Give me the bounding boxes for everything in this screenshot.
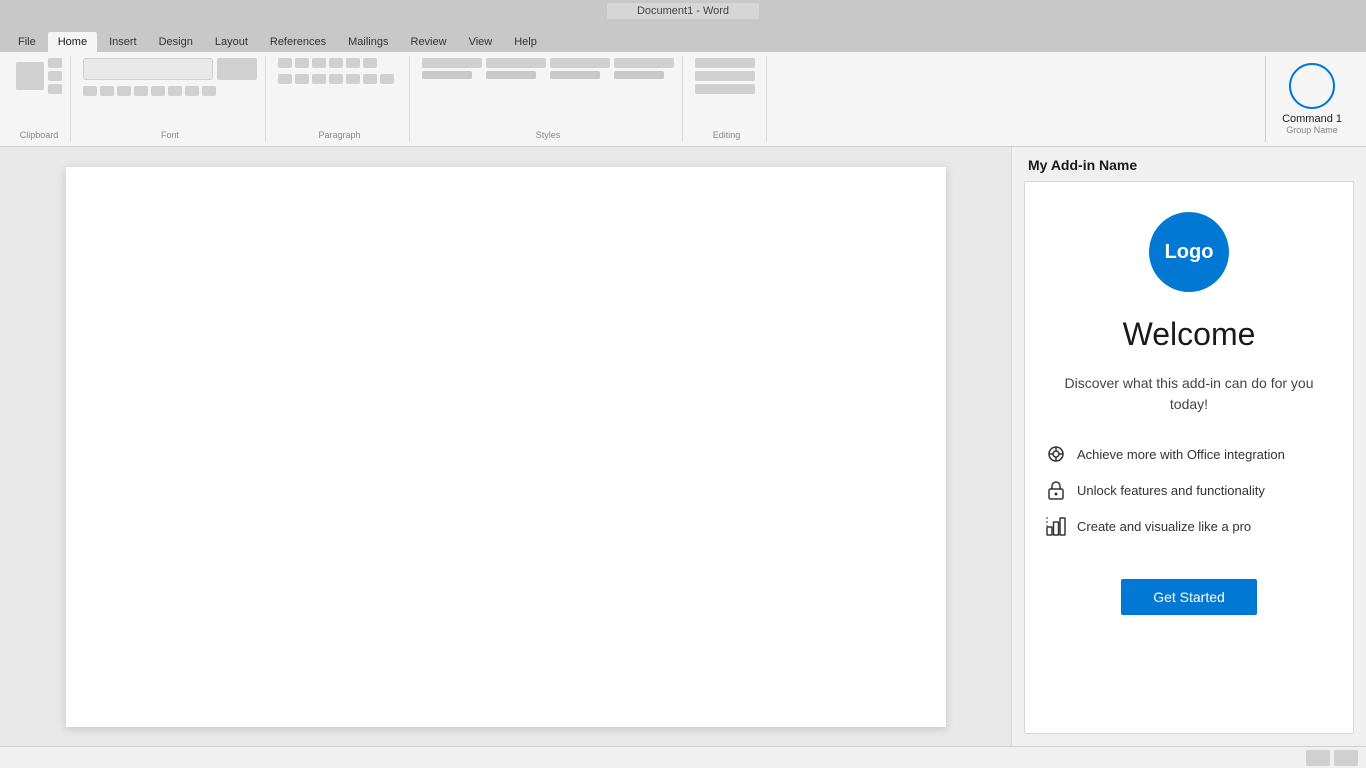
align-center[interactable] <box>295 74 309 84</box>
sidebar-header: My Add-in Name <box>1012 147 1366 181</box>
find-button[interactable] <box>695 58 755 68</box>
style-h1[interactable] <box>486 58 546 68</box>
showmarks-button[interactable] <box>363 58 377 68</box>
bullets-button[interactable] <box>278 58 292 68</box>
paragraph-label: Paragraph <box>318 128 360 140</box>
line-spacing[interactable] <box>346 74 360 84</box>
style-h2[interactable] <box>550 58 610 68</box>
font-label: Font <box>161 128 179 140</box>
sidebar-card: Logo Welcome Discover what this add-in c… <box>1024 181 1354 734</box>
welcome-desc: Discover what this add-in can do for you… <box>1045 373 1333 415</box>
align-justify[interactable] <box>329 74 343 84</box>
document-area <box>0 147 1011 746</box>
style-h1-label <box>486 71 536 79</box>
borders-button[interactable] <box>380 74 394 84</box>
paste-button[interactable] <box>16 62 44 90</box>
select-button[interactable] <box>695 84 755 94</box>
outdent-button[interactable] <box>312 58 326 68</box>
feature-item-3: Create and visualize like a pro <box>1045 515 1333 537</box>
logo-circle: Logo <box>1149 212 1229 292</box>
style-title[interactable] <box>614 58 674 68</box>
strikethrough-button[interactable] <box>134 86 148 96</box>
logo-text: Logo <box>1165 241 1214 264</box>
chart-icon <box>1045 515 1067 537</box>
feature-text-1: Achieve more with Office integration <box>1077 447 1285 462</box>
italic-button[interactable] <box>100 86 114 96</box>
cut-button[interactable] <box>48 58 62 68</box>
ribbon: Clipboard Font <box>0 52 1366 147</box>
bold-button[interactable] <box>83 86 97 96</box>
font-size[interactable] <box>217 58 257 80</box>
tab-help[interactable]: Help <box>504 32 547 52</box>
ribbon-editing: Editing <box>687 56 767 142</box>
command-circle <box>1289 63 1335 109</box>
group-name-label: Group Name <box>1286 125 1338 135</box>
subscript-button[interactable] <box>151 86 165 96</box>
ribbon-clipboard: Clipboard <box>8 56 71 142</box>
tab-layout[interactable]: Layout <box>205 32 258 52</box>
title-bar: Document1 - Word <box>0 0 1366 22</box>
copy-button[interactable] <box>48 71 62 81</box>
tab-references[interactable]: References <box>260 32 336 52</box>
editing-label: Editing <box>713 128 741 140</box>
sort-button[interactable] <box>346 58 360 68</box>
align-left[interactable] <box>278 74 292 84</box>
ribbon-tabs: File Home Insert Design Layout Reference… <box>0 22 1366 52</box>
replace-button[interactable] <box>695 71 755 81</box>
feature-list: Achieve more with Office integration Unl… <box>1045 443 1333 551</box>
feature-text-2: Unlock features and functionality <box>1077 483 1265 498</box>
ribbon-paragraph: Paragraph <box>270 56 410 142</box>
feature-item-1: Achieve more with Office integration <box>1045 443 1333 465</box>
clipboard-label: Clipboard <box>20 128 59 140</box>
tab-insert[interactable]: Insert <box>99 32 147 52</box>
format-painter[interactable] <box>48 84 62 94</box>
style-normal-label <box>422 71 472 79</box>
command-label: Command 1 <box>1282 113 1342 125</box>
tab-home[interactable]: Home <box>48 32 97 52</box>
feature-text-3: Create and visualize like a pro <box>1077 519 1251 534</box>
shading-button[interactable] <box>363 74 377 84</box>
main-area: My Add-in Name Logo Welcome Discover wha… <box>0 147 1366 746</box>
tab-file[interactable]: File <box>8 32 46 52</box>
status-bar <box>0 746 1366 768</box>
font-selector[interactable] <box>83 58 213 80</box>
title-bar-text: Document1 - Word <box>607 3 759 19</box>
sidebar: My Add-in Name Logo Welcome Discover wha… <box>1011 147 1366 746</box>
underline-button[interactable] <box>117 86 131 96</box>
numbering-button[interactable] <box>295 58 309 68</box>
welcome-title: Welcome <box>1123 316 1256 353</box>
command-circle-inner <box>1294 68 1330 104</box>
align-right[interactable] <box>312 74 326 84</box>
status-btn-2[interactable] <box>1334 750 1358 766</box>
status-btn-1[interactable] <box>1306 750 1330 766</box>
styles-label: Styles <box>536 128 561 140</box>
tab-mailings[interactable]: Mailings <box>338 32 398 52</box>
feature-item-2: Unlock features and functionality <box>1045 479 1333 501</box>
style-normal[interactable] <box>422 58 482 68</box>
indent-button[interactable] <box>329 58 343 68</box>
get-started-button[interactable]: Get Started <box>1121 579 1257 615</box>
superscript-button[interactable] <box>168 86 182 96</box>
tab-view[interactable]: View <box>459 32 503 52</box>
fontcolor-button[interactable] <box>185 86 199 96</box>
tab-design[interactable]: Design <box>149 32 203 52</box>
document-page <box>66 167 946 727</box>
style-h2-label <box>550 71 600 79</box>
integration-icon <box>1045 443 1067 465</box>
highlight-button[interactable] <box>202 86 216 96</box>
lock-icon <box>1045 479 1067 501</box>
ribbon-font: Font <box>75 56 266 142</box>
ribbon-styles: Styles <box>414 56 683 142</box>
ribbon-command-group[interactable]: Command 1 Group Name <box>1265 56 1358 142</box>
style-title-label <box>614 71 664 79</box>
tab-review[interactable]: Review <box>401 32 457 52</box>
